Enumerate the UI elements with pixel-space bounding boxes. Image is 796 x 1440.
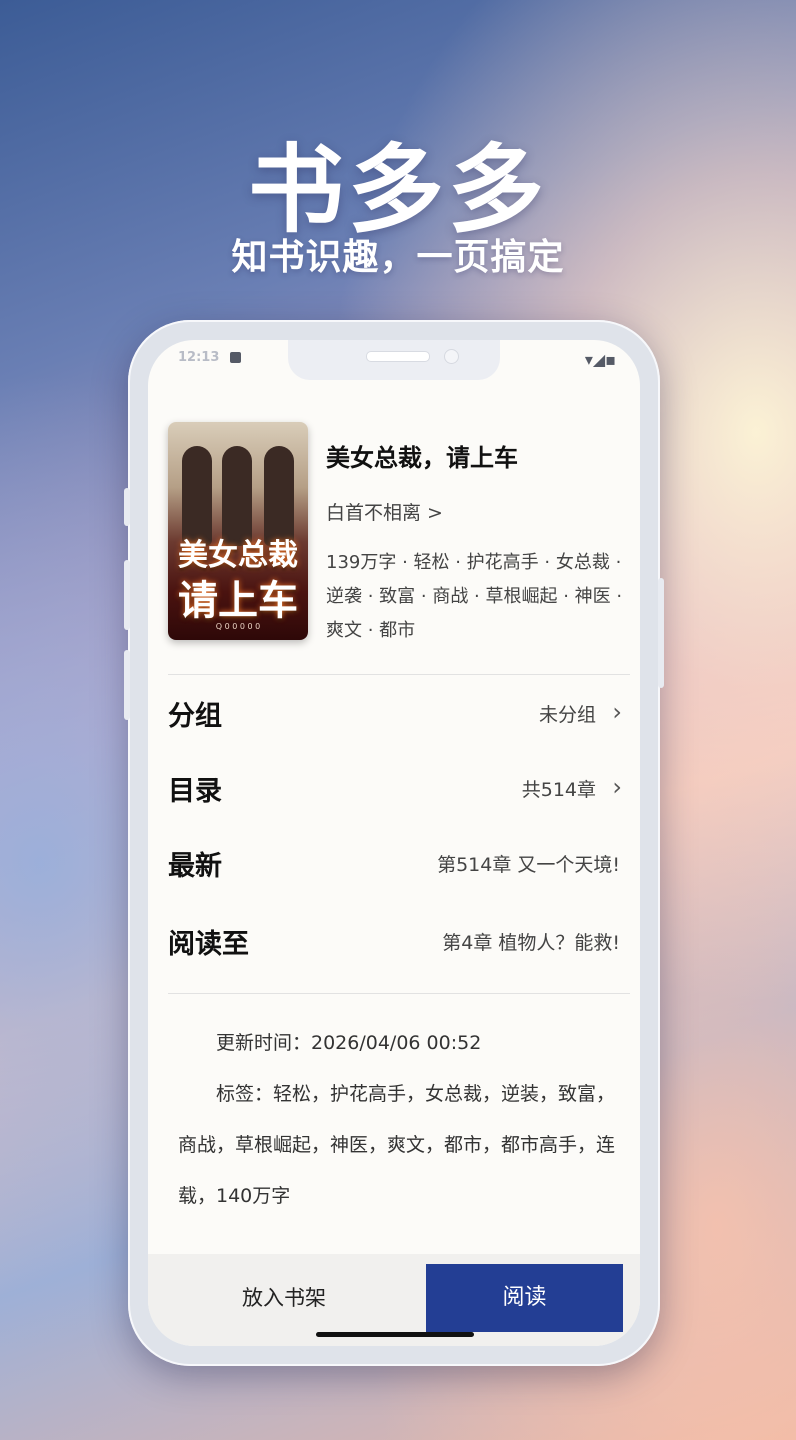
book-cover[interactable]: 美女总裁 请上车 Q 0 0 0 0 0 [168,422,308,640]
update-time: 更新时间：2026/04/06 00:52 [178,1032,482,1054]
status-time: 12:13 [178,350,220,365]
side-button [124,650,130,720]
row-group[interactable]: 分组 未分组 › [168,692,624,732]
cover-title-line2: 请上车 [178,578,298,624]
home-indicator[interactable] [316,1332,474,1337]
read-button[interactable]: 阅读 [426,1264,623,1332]
speaker-icon [366,351,430,362]
tags-text: 标签：轻松，护花高手，女总裁，逆装，致富，商战，草根崛起，神医，爽文，都市，都市… [178,1083,616,1207]
author-link[interactable]: 白首不相离 > [326,498,443,525]
status-bar: 12:13 ▾◢▪ [148,340,640,398]
phone-screen: 12:13 ▾◢▪ 美女总裁 请上车 Q 0 0 0 0 0 美女总裁，请上车 … [148,340,640,1346]
power-button [658,578,664,688]
side-button [124,488,130,526]
row-catalog[interactable]: 目录 共514章 › [168,767,624,807]
chevron-right-icon: › [612,698,622,726]
row-label: 阅读至 [168,929,249,960]
cover-small-text: Q 0 0 0 0 0 [215,622,261,631]
row-value: 未分组 [538,704,596,726]
divider [168,674,630,675]
phone-frame: 12:13 ▾◢▪ 美女总裁 请上车 Q 0 0 0 0 0 美女总裁，请上车 … [124,320,664,1366]
notification-icon [230,352,241,363]
row-value: 第4章 植物人？能救! [442,932,620,954]
row-read-progress[interactable]: 阅读至 第4章 植物人？能救! [168,920,624,960]
row-value: 共514章 [521,779,596,801]
row-value: 第514章 又一个天境! [437,854,620,876]
add-to-shelf-button[interactable]: 放入书架 [198,1276,370,1320]
side-button [124,560,130,630]
row-label: 目录 [168,776,222,807]
signal-wifi-icon: ▾◢▪ [584,350,616,369]
book-title: 美女总裁，请上车 [326,444,518,472]
camera-icon [444,349,459,364]
hero-subtitle: 知书识趣，一页搞定 [231,237,565,278]
book-meta: 139万字 · 轻松 · 护花高手 · 女总裁 · 逆袭 · 致富 · 商战 ·… [326,552,623,641]
row-latest[interactable]: 最新 第514章 又一个天境! [168,842,624,882]
notch [288,340,500,380]
chevron-right-icon: › [612,773,622,801]
row-label: 分组 [168,701,222,732]
divider [168,993,630,994]
row-label: 最新 [168,851,222,882]
